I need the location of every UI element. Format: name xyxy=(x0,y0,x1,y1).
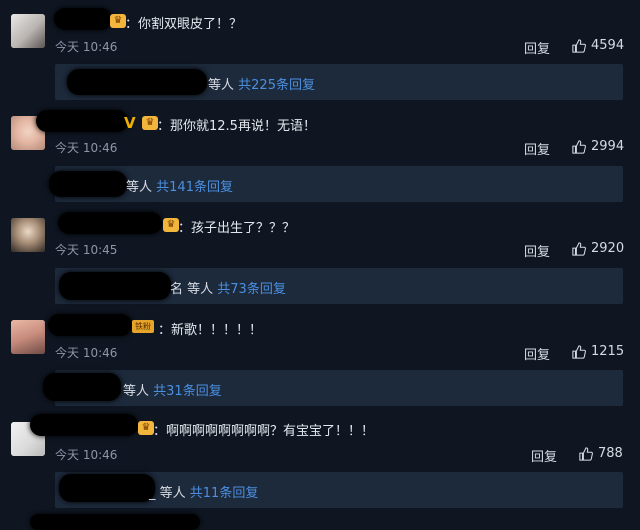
thumbs-up-icon xyxy=(572,139,586,154)
username-redacted[interactable] xyxy=(54,8,112,30)
like-button[interactable]: 2920 xyxy=(572,241,624,256)
replier-redacted xyxy=(59,272,171,300)
replier-redacted xyxy=(49,171,127,197)
reply-prefix: 等人 xyxy=(123,384,150,399)
comment-text: ：你割双眼皮了！？ xyxy=(125,17,243,32)
timestamp: 今天 10:46 xyxy=(55,346,118,360)
reply-prefix: 名 等人 xyxy=(170,282,214,297)
like-count: 788 xyxy=(598,446,623,461)
username-redacted[interactable] xyxy=(48,314,132,336)
avatar[interactable] xyxy=(11,218,45,252)
vip-mark: V xyxy=(124,114,136,132)
like-count: 2994 xyxy=(591,139,625,154)
comment-text: ：那你就12.5再说！无语！ xyxy=(157,119,316,134)
reply-count-link[interactable]: 共31条回复 xyxy=(153,384,222,399)
like-button[interactable]: 788 xyxy=(579,446,623,461)
like-count: 1215 xyxy=(591,344,625,359)
username-redacted[interactable] xyxy=(30,414,138,436)
reply-prefix: _ 等人 xyxy=(149,486,186,501)
username-redacted xyxy=(30,514,200,530)
reply-button[interactable]: 回复 xyxy=(531,446,557,465)
comment-text: ：啊啊啊啊啊啊啊啊？有宝宝了！！！ xyxy=(153,424,375,439)
avatar[interactable] xyxy=(11,320,45,354)
thumbs-up-icon xyxy=(579,446,593,461)
fan-badge: 铁粉 xyxy=(132,320,154,333)
reply-thread-box[interactable]: _ 等人 共11条回复 xyxy=(55,472,623,508)
comment-text: ：新歌！！！！！ xyxy=(158,323,263,338)
reply-button[interactable]: 回复 xyxy=(524,344,550,363)
replier-redacted xyxy=(43,373,121,401)
reply-button[interactable]: 回复 xyxy=(524,241,550,260)
avatar[interactable] xyxy=(11,14,45,48)
crown-badge-icon: ♛ xyxy=(138,421,154,435)
thumbs-up-icon xyxy=(572,38,586,53)
like-button[interactable]: 1215 xyxy=(572,344,624,359)
reply-count-link[interactable]: 共11条回复 xyxy=(190,486,259,501)
reply-button[interactable]: 回复 xyxy=(524,139,550,158)
thumbs-up-icon xyxy=(572,241,586,256)
replier-redacted xyxy=(67,69,207,95)
reply-count-link[interactable]: 共225条回复 xyxy=(238,78,315,93)
reply-prefix: 等人 xyxy=(126,180,153,195)
reply-count-link[interactable]: 共73条回复 xyxy=(217,282,286,297)
reply-thread-box[interactable]: 等人 共31条回复 xyxy=(43,370,623,406)
thumbs-up-icon xyxy=(572,344,586,359)
timestamp: 今天 10:46 xyxy=(55,40,118,54)
reply-button[interactable]: 回复 xyxy=(524,38,550,57)
crown-badge-icon: ♛ xyxy=(163,218,179,232)
like-count: 2920 xyxy=(591,241,625,256)
username-redacted[interactable] xyxy=(36,110,128,132)
reply-thread-box[interactable]: 名 等人 共73条回复 xyxy=(55,268,623,304)
comment-text: ：孩子出生了？？？ xyxy=(178,221,296,236)
timestamp: 今天 10:45 xyxy=(55,243,118,257)
reply-thread-box[interactable]: 等人 共225条回复 xyxy=(55,64,623,100)
crown-badge-icon: ♛ xyxy=(142,116,158,130)
replier-redacted xyxy=(59,474,155,502)
like-button[interactable]: 4594 xyxy=(572,38,624,53)
username-redacted[interactable] xyxy=(58,212,162,234)
crown-badge-icon: ♛ xyxy=(110,14,126,28)
timestamp: 今天 10:46 xyxy=(55,141,118,155)
reply-prefix: 等人 xyxy=(208,78,235,93)
like-count: 4594 xyxy=(591,38,625,53)
reply-count-link[interactable]: 共141条回复 xyxy=(156,180,233,195)
timestamp: 今天 10:46 xyxy=(55,448,118,462)
reply-thread-box[interactable]: 等人 共141条回复 xyxy=(49,166,623,202)
like-button[interactable]: 2994 xyxy=(572,139,624,154)
